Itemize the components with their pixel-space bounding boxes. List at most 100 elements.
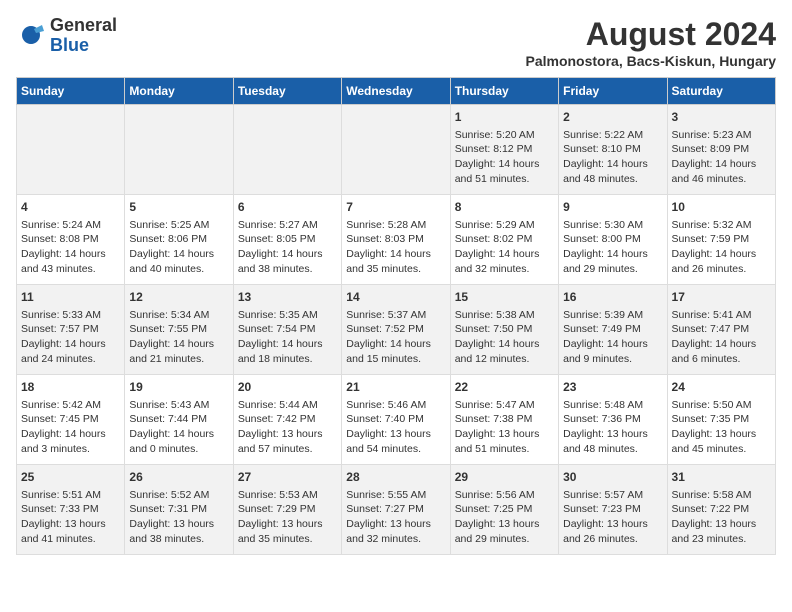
calendar-cell: 21Sunrise: 5:46 AMSunset: 7:40 PMDayligh… [342, 375, 450, 465]
calendar-cell: 29Sunrise: 5:56 AMSunset: 7:25 PMDayligh… [450, 465, 558, 555]
calendar-cell: 25Sunrise: 5:51 AMSunset: 7:33 PMDayligh… [17, 465, 125, 555]
cell-content: 30Sunrise: 5:57 AMSunset: 7:23 PMDayligh… [563, 469, 662, 547]
header-day: Tuesday [233, 78, 341, 105]
day-info: and 57 minutes. [238, 442, 337, 457]
calendar-cell: 2Sunrise: 5:22 AMSunset: 8:10 PMDaylight… [559, 105, 667, 195]
day-info: Sunset: 7:31 PM [129, 502, 228, 517]
header-day: Wednesday [342, 78, 450, 105]
day-info: Sunset: 7:49 PM [563, 322, 662, 337]
day-info: Sunset: 7:36 PM [563, 412, 662, 427]
day-info: Daylight: 13 hours [672, 517, 771, 532]
day-info: and 26 minutes. [672, 262, 771, 277]
logo-general: General [50, 16, 117, 36]
cell-content: 31Sunrise: 5:58 AMSunset: 7:22 PMDayligh… [672, 469, 771, 547]
cell-content: 7Sunrise: 5:28 AMSunset: 8:03 PMDaylight… [346, 199, 445, 277]
day-info: Sunrise: 5:28 AM [346, 218, 445, 233]
day-info: and 18 minutes. [238, 352, 337, 367]
day-info: Daylight: 14 hours [21, 247, 120, 262]
calendar-week-row: 4Sunrise: 5:24 AMSunset: 8:08 PMDaylight… [17, 195, 776, 285]
calendar-cell: 30Sunrise: 5:57 AMSunset: 7:23 PMDayligh… [559, 465, 667, 555]
calendar-week-row: 25Sunrise: 5:51 AMSunset: 7:33 PMDayligh… [17, 465, 776, 555]
calendar-week-row: 11Sunrise: 5:33 AMSunset: 7:57 PMDayligh… [17, 285, 776, 375]
day-info: and 23 minutes. [672, 532, 771, 547]
logo: General Blue [16, 16, 117, 56]
day-info: Sunrise: 5:25 AM [129, 218, 228, 233]
day-info: Sunrise: 5:50 AM [672, 398, 771, 413]
day-info: Daylight: 14 hours [238, 247, 337, 262]
day-info: Daylight: 13 hours [563, 517, 662, 532]
page-header: General Blue August 2024 Palmonostora, B… [16, 16, 776, 69]
day-info: and 54 minutes. [346, 442, 445, 457]
day-info: Daylight: 13 hours [455, 517, 554, 532]
cell-content: 5Sunrise: 5:25 AMSunset: 8:06 PMDaylight… [129, 199, 228, 277]
day-info: Sunset: 8:03 PM [346, 232, 445, 247]
day-info: Sunrise: 5:38 AM [455, 308, 554, 323]
header-day: Friday [559, 78, 667, 105]
calendar-cell: 10Sunrise: 5:32 AMSunset: 7:59 PMDayligh… [667, 195, 775, 285]
day-info: Sunset: 7:29 PM [238, 502, 337, 517]
day-info: and 35 minutes. [238, 532, 337, 547]
logo-icon [16, 21, 46, 51]
cell-content: 11Sunrise: 5:33 AMSunset: 7:57 PMDayligh… [21, 289, 120, 367]
day-number: 31 [672, 469, 771, 486]
day-info: Sunset: 7:57 PM [21, 322, 120, 337]
calendar-cell: 6Sunrise: 5:27 AMSunset: 8:05 PMDaylight… [233, 195, 341, 285]
day-number: 3 [672, 109, 771, 126]
day-number: 5 [129, 199, 228, 216]
main-title: August 2024 [525, 16, 776, 53]
day-number: 1 [455, 109, 554, 126]
day-number: 17 [672, 289, 771, 306]
day-number: 23 [563, 379, 662, 396]
day-info: Sunset: 8:08 PM [21, 232, 120, 247]
day-info: Sunrise: 5:30 AM [563, 218, 662, 233]
cell-content: 23Sunrise: 5:48 AMSunset: 7:36 PMDayligh… [563, 379, 662, 457]
subtitle: Palmonostora, Bacs-Kiskun, Hungary [525, 53, 776, 69]
day-number: 11 [21, 289, 120, 306]
day-number: 26 [129, 469, 228, 486]
calendar-cell: 11Sunrise: 5:33 AMSunset: 7:57 PMDayligh… [17, 285, 125, 375]
day-info: Daylight: 14 hours [672, 157, 771, 172]
day-info: Sunrise: 5:57 AM [563, 488, 662, 503]
day-info: and 32 minutes. [455, 262, 554, 277]
cell-content: 12Sunrise: 5:34 AMSunset: 7:55 PMDayligh… [129, 289, 228, 367]
day-info: Sunset: 8:05 PM [238, 232, 337, 247]
day-info: Sunset: 7:42 PM [238, 412, 337, 427]
day-info: Daylight: 13 hours [346, 427, 445, 442]
day-number: 28 [346, 469, 445, 486]
day-info: and 32 minutes. [346, 532, 445, 547]
day-info: Sunset: 7:55 PM [129, 322, 228, 337]
day-info: Sunset: 8:12 PM [455, 142, 554, 157]
day-info: Sunrise: 5:34 AM [129, 308, 228, 323]
calendar-table: SundayMondayTuesdayWednesdayThursdayFrid… [16, 77, 776, 555]
calendar-cell: 24Sunrise: 5:50 AMSunset: 7:35 PMDayligh… [667, 375, 775, 465]
day-info: and 0 minutes. [129, 442, 228, 457]
calendar-cell: 19Sunrise: 5:43 AMSunset: 7:44 PMDayligh… [125, 375, 233, 465]
day-info: Daylight: 14 hours [672, 247, 771, 262]
day-info: Sunset: 8:02 PM [455, 232, 554, 247]
calendar-cell: 26Sunrise: 5:52 AMSunset: 7:31 PMDayligh… [125, 465, 233, 555]
day-info: and 6 minutes. [672, 352, 771, 367]
day-number: 6 [238, 199, 337, 216]
day-info: Sunrise: 5:35 AM [238, 308, 337, 323]
day-number: 2 [563, 109, 662, 126]
day-info: and 3 minutes. [21, 442, 120, 457]
day-info: Sunset: 8:09 PM [672, 142, 771, 157]
cell-content: 13Sunrise: 5:35 AMSunset: 7:54 PMDayligh… [238, 289, 337, 367]
day-info: Sunset: 7:35 PM [672, 412, 771, 427]
day-number: 7 [346, 199, 445, 216]
day-info: and 48 minutes. [563, 442, 662, 457]
day-info: Daylight: 14 hours [129, 427, 228, 442]
cell-content: 3Sunrise: 5:23 AMSunset: 8:09 PMDaylight… [672, 109, 771, 187]
day-number: 8 [455, 199, 554, 216]
day-info: Sunset: 7:59 PM [672, 232, 771, 247]
calendar-cell: 17Sunrise: 5:41 AMSunset: 7:47 PMDayligh… [667, 285, 775, 375]
day-info: and 29 minutes. [455, 532, 554, 547]
day-info: Sunrise: 5:43 AM [129, 398, 228, 413]
header-day: Monday [125, 78, 233, 105]
day-info: and 9 minutes. [563, 352, 662, 367]
day-info: and 24 minutes. [21, 352, 120, 367]
calendar-cell: 12Sunrise: 5:34 AMSunset: 7:55 PMDayligh… [125, 285, 233, 375]
calendar-week-row: 18Sunrise: 5:42 AMSunset: 7:45 PMDayligh… [17, 375, 776, 465]
day-info: Daylight: 14 hours [455, 247, 554, 262]
logo-blue: Blue [50, 36, 117, 56]
